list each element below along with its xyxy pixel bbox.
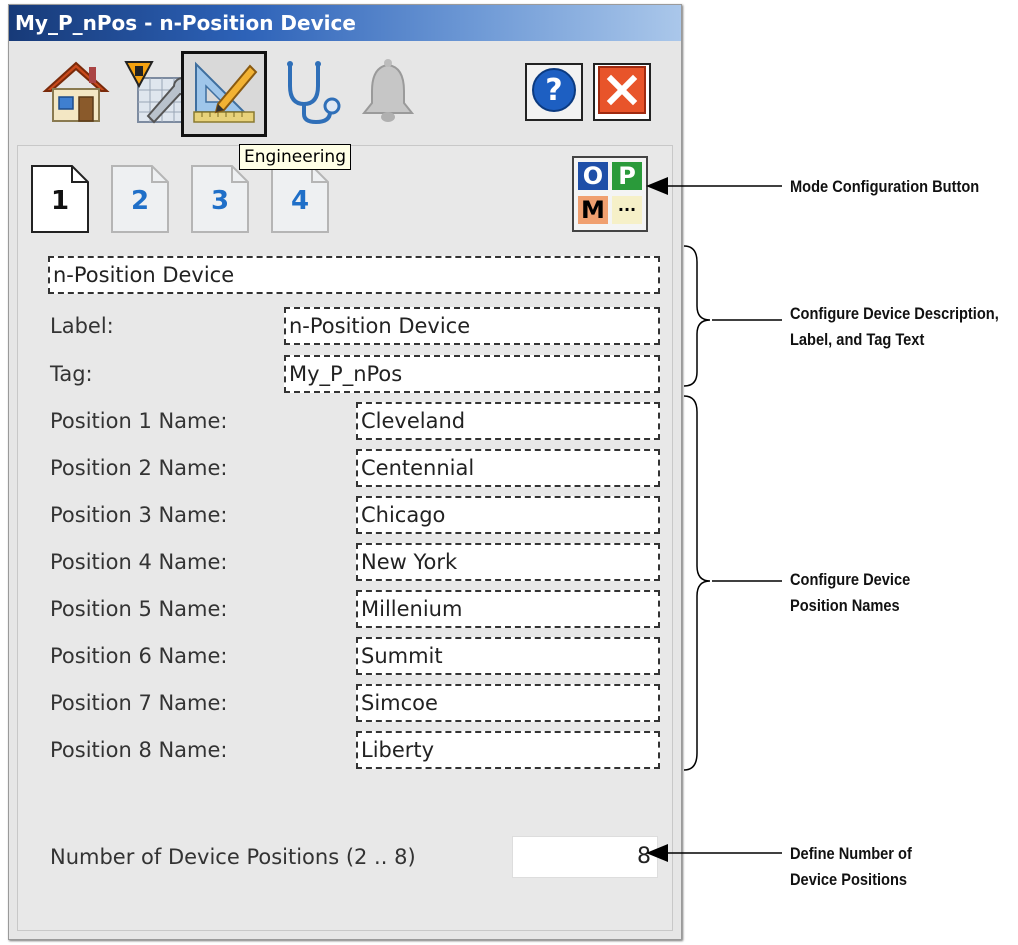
names-brace (683, 395, 711, 771)
annotation-num-line1: Define Number of (790, 844, 912, 863)
annotation-names-line2: Position Names (790, 596, 900, 615)
mode-config-arrowhead (646, 177, 668, 195)
annotation-num-line2: Device Positions (790, 870, 908, 889)
annotation-lines (646, 177, 782, 862)
engineering-tooltip: Engineering (239, 144, 351, 170)
desc-brace (683, 245, 711, 387)
annotation-mode-config: Mode Configuration Button (790, 177, 980, 196)
annotation-desc-line2: Label, and Tag Text (790, 330, 925, 349)
annotation-desc-line1: Configure Device Description, (790, 304, 999, 323)
num-arrowhead (646, 844, 668, 862)
annotation-names-line1: Configure Device (790, 570, 911, 589)
